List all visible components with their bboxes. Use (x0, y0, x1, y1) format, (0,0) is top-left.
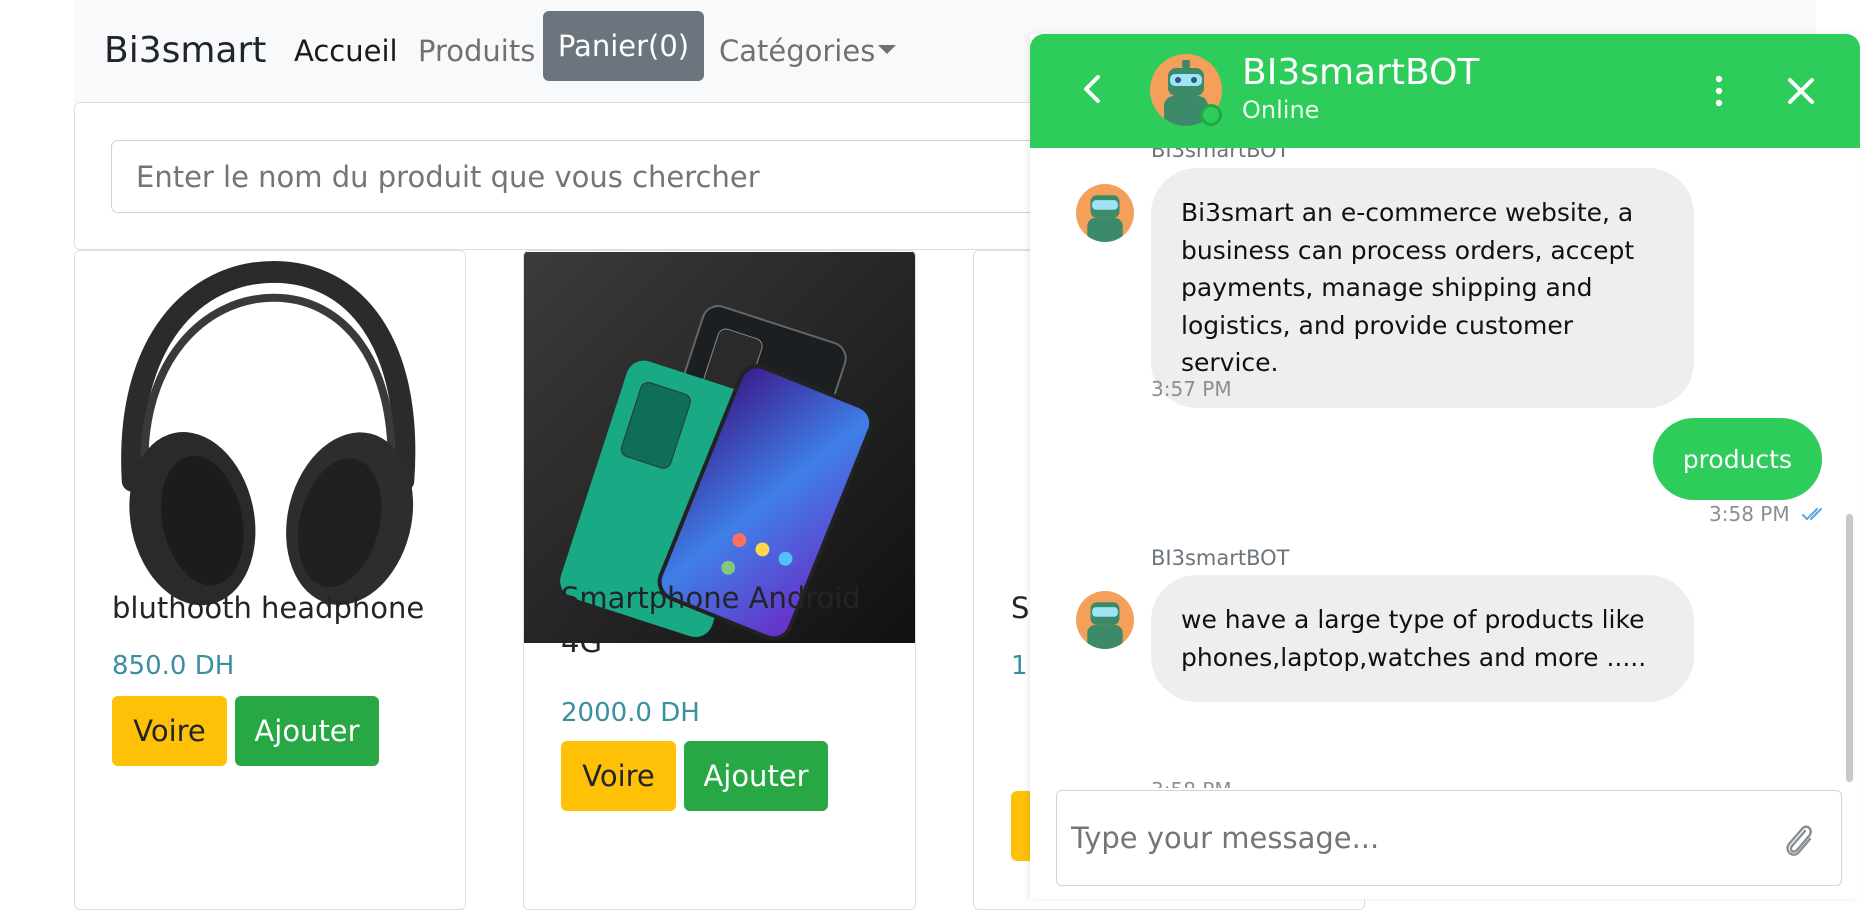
message-input[interactable] (1071, 805, 1751, 871)
product-card: Smartphone Android 4G 2000.0 DH Voire Aj… (523, 250, 916, 910)
product-card: bluthooth headphone 850.0 DH Voire Ajout… (74, 250, 466, 910)
message-sender: BI3smartBOT (1151, 148, 1290, 162)
add-to-cart-button[interactable]: Ajouter (684, 741, 828, 811)
double-check-icon (1802, 508, 1822, 521)
nav-home-link[interactable]: Accueil (294, 34, 398, 68)
message-list[interactable]: BI3smartBOT Bi3smart an e-commerce websi… (1030, 148, 1860, 788)
kebab-menu-icon[interactable] (1714, 74, 1724, 108)
bot-status: Online (1242, 96, 1320, 124)
chat-scrollbar[interactable] (1846, 514, 1853, 782)
bot-message-bubble: we have a large type of products like ph… (1151, 575, 1694, 702)
nav-cart-button[interactable]: Panier(0) (543, 11, 704, 81)
product-title: S (1011, 591, 1030, 625)
product-title: bluthooth headphone (112, 591, 425, 625)
user-message-bubble: products (1652, 418, 1822, 500)
paperclip-icon[interactable] (1781, 821, 1815, 859)
message-sender: BI3smartBOT (1151, 546, 1290, 570)
view-button[interactable]: Voire (112, 696, 227, 766)
brand-logo[interactable]: Bi3smart (104, 30, 266, 71)
caret-down-icon (878, 45, 896, 54)
chatbot-widget: BI3smartBOT Online BI3smartBOT Bi3smart … (1030, 34, 1860, 899)
message-time: 3:58 PM (1709, 502, 1790, 526)
bot-avatar-icon (1076, 591, 1134, 649)
chat-header: BI3smartBOT Online (1030, 34, 1860, 148)
message-time: 3:58 PM (1151, 778, 1232, 788)
bot-avatar-icon (1076, 184, 1134, 242)
product-price: 850.0 DH (112, 651, 235, 681)
chevron-left-icon[interactable] (1076, 72, 1110, 106)
close-icon[interactable] (1784, 74, 1818, 108)
online-status-dot (1200, 104, 1222, 126)
product-price: 1 (1011, 651, 1028, 681)
bot-name: BI3smartBOT (1242, 52, 1480, 93)
nav-categories-dropdown[interactable]: Catégories (719, 34, 875, 68)
bot-message-bubble: Bi3smart an e-commerce website, a busine… (1151, 168, 1694, 408)
view-button[interactable]: Voire (561, 741, 676, 811)
nav-products-link[interactable]: Produits (418, 34, 535, 68)
product-title: Smartphone Android 4G (561, 581, 861, 659)
message-composer (1056, 790, 1842, 886)
product-price: 2000.0 DH (561, 698, 700, 728)
message-time: 3:57 PM (1151, 377, 1232, 401)
add-to-cart-button[interactable]: Ajouter (235, 696, 379, 766)
